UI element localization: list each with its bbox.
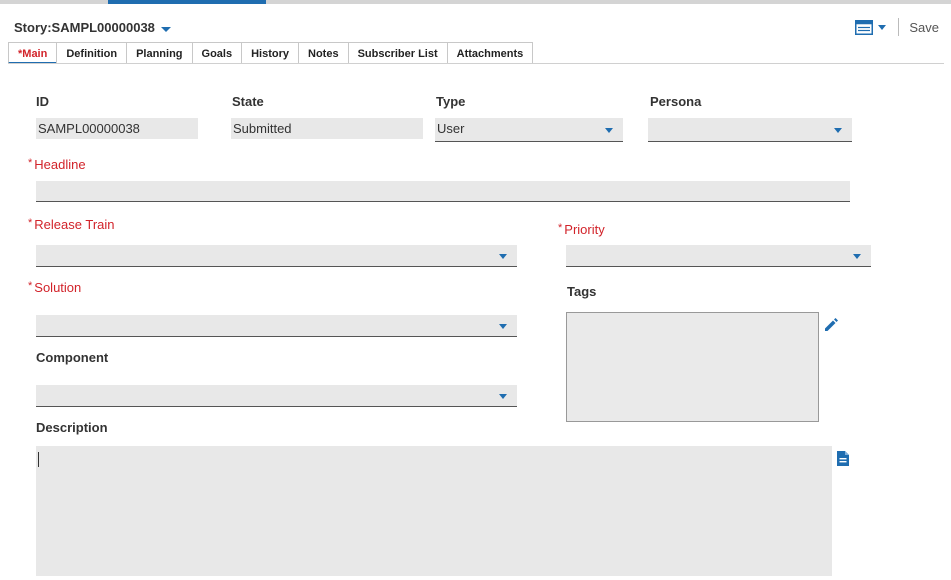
chevron-down-icon (499, 323, 507, 329)
calendar-menu-button[interactable] (855, 19, 887, 35)
required-marker: * (28, 217, 33, 229)
tab-divider (8, 63, 944, 64)
tab-bar: *Main Definition Planning Goals History … (8, 42, 534, 64)
save-button[interactable]: Save (909, 20, 939, 35)
state-label: State (232, 94, 264, 109)
solution-label-text: Solution (34, 280, 82, 295)
top-progress-accent (108, 0, 266, 4)
priority-label: * Priority (558, 222, 605, 237)
release-train-label: * Release Train (28, 217, 115, 232)
tab-planning[interactable]: Planning (126, 42, 193, 64)
document-icon[interactable] (836, 450, 850, 467)
component-dropdown[interactable] (36, 385, 517, 407)
required-marker: * (558, 222, 563, 234)
tab-goals[interactable]: Goals (191, 42, 243, 64)
tab-notes[interactable]: Notes (298, 42, 349, 64)
description-textarea[interactable] (36, 446, 832, 576)
pencil-icon[interactable] (822, 315, 840, 333)
required-marker: * (28, 280, 33, 292)
priority-dropdown[interactable] (566, 245, 871, 267)
chevron-down-icon (878, 24, 887, 30)
toolbar-divider (898, 18, 900, 36)
type-label: Type (436, 94, 466, 109)
chevron-down-icon (853, 253, 861, 259)
tags-box[interactable] (566, 312, 819, 422)
top-progress-bar (0, 0, 951, 4)
tab-attachments[interactable]: Attachments (446, 42, 534, 64)
persona-dropdown[interactable] (648, 118, 852, 142)
persona-label: Persona (650, 94, 702, 109)
tab-history[interactable]: History (241, 42, 299, 64)
text-cursor (38, 452, 39, 467)
id-label: ID (36, 94, 49, 109)
chevron-down-icon[interactable] (160, 27, 171, 32)
component-label: Component (36, 350, 109, 365)
state-field: Submitted (231, 118, 423, 139)
tab-main[interactable]: *Main (8, 42, 58, 64)
release-train-dropdown[interactable] (36, 245, 517, 267)
story-title-text: Story:SAMPL00000038 (14, 20, 155, 35)
id-field: SAMPL00000038 (36, 118, 198, 139)
headline-label: * Headline (28, 157, 86, 172)
chevron-down-icon (605, 127, 613, 133)
headline-label-text: Headline (34, 157, 86, 172)
release-train-label-text: Release Train (34, 217, 115, 232)
tab-definition[interactable]: Definition (56, 42, 128, 64)
tab-subscriber-list[interactable]: Subscriber List (347, 42, 448, 64)
chevron-down-icon (499, 393, 507, 399)
tags-label: Tags (567, 284, 597, 299)
story-title[interactable]: Story:SAMPL00000038 (14, 20, 171, 35)
type-dropdown[interactable]: User (435, 118, 623, 142)
calendar-icon (855, 19, 874, 35)
required-marker: * (28, 157, 33, 169)
priority-label-text: Priority (564, 222, 605, 237)
solution-dropdown[interactable] (36, 315, 517, 337)
chevron-down-icon (499, 253, 507, 259)
chevron-down-icon (834, 127, 842, 133)
toolbar: Save (855, 18, 939, 36)
description-label: Description (36, 420, 108, 435)
state-value: Submitted (233, 121, 292, 136)
type-value: User (437, 121, 465, 136)
id-value: SAMPL00000038 (38, 121, 140, 136)
solution-label: * Solution (28, 280, 81, 295)
headline-input[interactable] (36, 181, 850, 202)
